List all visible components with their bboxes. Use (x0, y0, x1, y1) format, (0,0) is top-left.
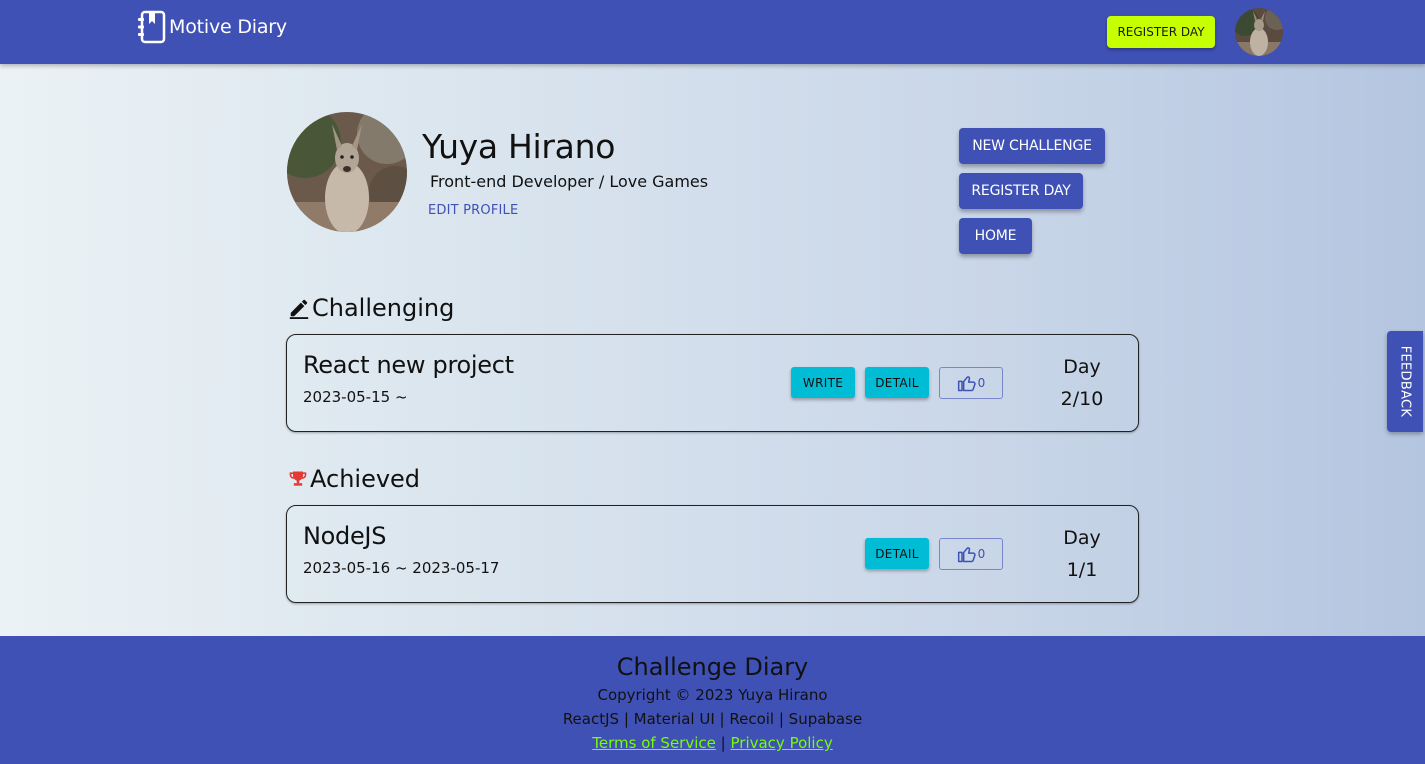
new-challenge-button[interactable]: NEW CHALLENGE (959, 128, 1105, 164)
achieved-heading: Achieved (288, 465, 420, 493)
achieved-card: NodeJS 2023-05-16 ~ 2023-05-17 DETAIL 0 … (286, 505, 1139, 603)
achieved-challenge-title[interactable]: NodeJS (303, 522, 386, 550)
achieved-challenge-dates: 2023-05-16 ~ 2023-05-17 (303, 559, 500, 577)
like-count: 0 (977, 376, 986, 390)
app-footer: Challenge Diary Copyright © 2023 Yuya Hi… (0, 636, 1425, 764)
footer-copyright: Copyright © 2023 Yuya Hirano (597, 686, 828, 704)
terms-of-service-link[interactable]: Terms of Service (592, 734, 716, 752)
challenge-card: React new project 2023-05-15 ~ WRITE DET… (286, 334, 1139, 432)
pencil-icon (289, 299, 309, 319)
challenge-dates: 2023-05-15 ~ (303, 388, 408, 406)
kangaroo-avatar-image (1235, 8, 1283, 56)
like-button[interactable]: 0 (939, 367, 1003, 399)
achieved-title: Achieved (310, 465, 421, 493)
day-label: Day (1063, 527, 1101, 549)
footer-tech-stack: ReactJS | Material UI | Recoil | Supabas… (562, 710, 863, 728)
challenging-heading: Challenging (288, 294, 454, 322)
header-register-day-button[interactable]: REGISTER DAY (1107, 16, 1215, 48)
brand-logo[interactable]: Motive Diary (137, 10, 287, 44)
profile-bio: Front-end Developer / Love Games (430, 172, 709, 191)
edit-profile-link[interactable]: EDIT PROFILE (428, 203, 518, 218)
feedback-label: FEEDBACK (1397, 345, 1413, 418)
brand-title: Motive Diary (169, 16, 287, 38)
like-button[interactable]: 0 (939, 538, 1003, 570)
footer-title: Challenge Diary (616, 653, 809, 681)
thumb-up-icon (957, 376, 976, 392)
register-day-button[interactable]: REGISTER DAY (959, 173, 1083, 209)
footer-link-separator: | (720, 734, 726, 752)
challenge-title[interactable]: React new project (303, 351, 514, 379)
home-button[interactable]: HOME (959, 218, 1032, 254)
day-count: 1/1 (1066, 559, 1098, 581)
trophy-icon (289, 471, 307, 486)
user-avatar[interactable] (1235, 8, 1283, 56)
challenging-title: Challenging (312, 294, 455, 322)
kangaroo-profile-image (287, 112, 407, 232)
app-header: Motive Diary REGISTER DAY (0, 0, 1425, 64)
detail-button[interactable]: DETAIL (865, 538, 929, 569)
day-count: 2/10 (1060, 388, 1104, 410)
profile-avatar (287, 112, 407, 232)
diary-book-icon (138, 10, 166, 44)
thumb-up-icon (957, 547, 976, 563)
write-button[interactable]: WRITE (791, 367, 855, 398)
privacy-policy-link[interactable]: Privacy Policy (731, 734, 833, 752)
like-count: 0 (977, 547, 986, 561)
day-label: Day (1063, 356, 1101, 378)
feedback-tab[interactable]: FEEDBACK (1387, 331, 1423, 432)
profile-name: Yuya Hirano (422, 127, 616, 166)
footer-links: Terms of Service | Privacy Policy (0, 734, 1425, 752)
detail-button[interactable]: DETAIL (865, 367, 929, 398)
